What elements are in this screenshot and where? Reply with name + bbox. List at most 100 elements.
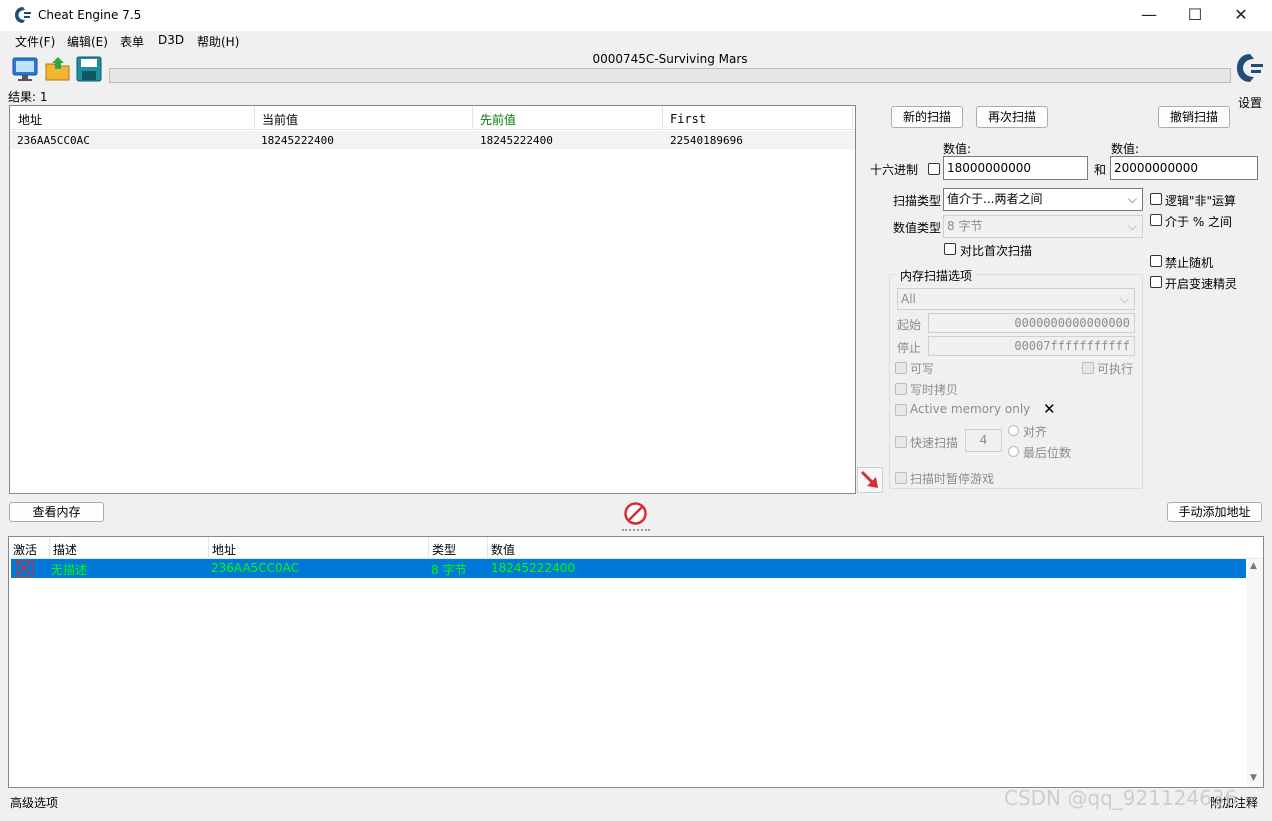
align-radio[interactable] (1008, 425, 1019, 436)
executable-label: 可执行 (1097, 362, 1134, 376)
copy-on-write-label: 写时拷贝 (910, 383, 959, 397)
chevron-down-icon: ⌵ (1127, 219, 1137, 233)
executable-checkbox[interactable] (1082, 362, 1094, 374)
copy-on-write-checkbox[interactable] (895, 383, 907, 395)
window-title: Cheat Engine 7.5 (38, 8, 142, 22)
speedhack-checkbox[interactable] (1150, 276, 1162, 288)
col-value[interactable]: 数值 (491, 541, 515, 558)
last-digits-label: 最后位数 (1023, 446, 1072, 460)
disable-random-label: 禁止随机 (1165, 256, 1214, 270)
splitter-handle[interactable] (0, 528, 1272, 532)
value-type-select[interactable]: 8 字节 ⌵ (943, 215, 1143, 238)
close-button[interactable]: ✕ (1218, 0, 1264, 31)
last-digits-radio[interactable] (1008, 446, 1019, 457)
chevron-down-icon: ⌵ (1127, 192, 1137, 206)
table-row[interactable]: 无描述 236AA5CC0AC 8 字节 18245222400 (11, 559, 1246, 578)
hex-checkbox[interactable] (928, 163, 940, 175)
writable-label: 可写 (910, 362, 935, 376)
add-address-manually-button[interactable]: 手动添加地址 (1167, 502, 1262, 522)
stop-icon[interactable] (623, 501, 648, 526)
col-current-value[interactable]: 当前值 (262, 111, 298, 128)
active-memory-checkbox[interactable] (895, 404, 907, 416)
between-pct-checkbox[interactable] (1150, 214, 1162, 226)
save-file-icon[interactable] (75, 55, 103, 83)
start-label: 起始 (897, 318, 922, 332)
start-address-input[interactable]: 0000000000000000 (928, 313, 1135, 333)
compare-first-label: 对比首次扫描 (960, 244, 1033, 258)
hex-label: 十六进制 (870, 163, 919, 177)
result-previous-value: 18245222400 (480, 134, 553, 147)
scroll-down-icon[interactable]: ▼ (1250, 773, 1257, 783)
close-icon[interactable]: ✕ (1043, 400, 1056, 418)
active-checkbox[interactable] (16, 560, 33, 577)
logic-not-label: 逻辑"非"运算 (1165, 194, 1237, 208)
logic-not-checkbox[interactable] (1150, 193, 1162, 205)
scan-value-2-input[interactable]: 20000000000 (1110, 156, 1258, 180)
open-file-icon[interactable] (44, 55, 72, 83)
scan-progress-bar (109, 68, 1231, 83)
next-scan-button[interactable]: 再次扫描 (976, 106, 1048, 128)
stop-label: 停止 (897, 341, 922, 355)
new-scan-button[interactable]: 新的扫描 (891, 106, 963, 128)
entry-address: 236AA5CC0AC (211, 561, 300, 575)
and-label: 和 (1094, 163, 1107, 177)
cheat-engine-settings-icon[interactable] (1235, 52, 1265, 92)
value-type-label: 数值类型 (893, 221, 942, 235)
advanced-options-label[interactable]: 高级选项 (10, 794, 58, 811)
value-type-value: 8 字节 (947, 219, 983, 233)
title-bar: Cheat Engine 7.5 — ☐ ✕ (0, 0, 1272, 31)
result-first-value: 22540189696 (670, 134, 743, 147)
memory-region-select[interactable]: All ⌵ (897, 288, 1135, 310)
value-label-1: 数值: (943, 142, 972, 156)
address-list[interactable]: 激活 描述 地址 类型 数值 无描述 236AA5CC0AC 8 字节 1824… (8, 536, 1264, 788)
col-description[interactable]: 描述 (53, 541, 77, 558)
disable-random-checkbox[interactable] (1150, 255, 1162, 267)
minimize-button[interactable]: — (1126, 0, 1172, 31)
col-previous-value[interactable]: 先前值 (480, 111, 516, 128)
menu-table[interactable]: 表单 (120, 33, 144, 50)
chevron-down-icon: ⌵ (1119, 292, 1129, 306)
scan-value-1-input[interactable]: 18000000000 (943, 156, 1088, 180)
writable-checkbox[interactable] (895, 362, 907, 374)
col-type[interactable]: 类型 (432, 541, 456, 558)
address-list-scrollbar[interactable]: ▲ ▼ (1247, 559, 1263, 787)
active-memory-label: Active memory only (910, 402, 1031, 416)
menu-help[interactable]: 帮助(H) (197, 33, 239, 50)
value-label-2: 数值: (1111, 142, 1140, 156)
col-address[interactable]: 地址 (18, 111, 42, 128)
col-first[interactable]: First (670, 112, 706, 126)
view-memory-button[interactable]: 查看内存 (9, 502, 104, 522)
menu-d3d[interactable]: D3D (158, 33, 184, 47)
settings-label[interactable]: 设置 (1238, 94, 1262, 111)
entry-description: 无描述 (51, 563, 88, 577)
result-address: 236AA5CC0AC (17, 134, 90, 147)
watermark: CSDN @qq_921124636 (1004, 786, 1238, 810)
scroll-up-icon[interactable]: ▲ (1250, 561, 1257, 571)
fast-scan-input[interactable]: 4 (965, 429, 1002, 452)
col-active[interactable]: 激活 (13, 541, 37, 558)
col-address[interactable]: 地址 (212, 541, 236, 558)
select-process-icon[interactable] (11, 55, 39, 83)
scan-type-select[interactable]: 值介于...两者之间 ⌵ (943, 188, 1143, 211)
entry-type: 8 字节 (431, 563, 467, 577)
red-arrow-icon (860, 470, 878, 488)
pause-game-checkbox[interactable] (895, 472, 907, 484)
compare-first-checkbox[interactable] (944, 243, 956, 255)
scan-type-value: 值介于...两者之间 (947, 192, 1043, 206)
add-to-list-button[interactable] (857, 467, 883, 493)
results-header: 地址 当前值 先前值 First (10, 106, 855, 130)
between-pct-label: 介于 % 之间 (1165, 215, 1233, 229)
menu-file[interactable]: 文件(F) (15, 33, 55, 50)
speedhack-label: 开启变速精灵 (1165, 277, 1238, 291)
stop-address-input[interactable]: 00007fffffffffff (928, 336, 1135, 356)
undo-scan-button[interactable]: 撤销扫描 (1158, 106, 1230, 128)
fast-scan-checkbox[interactable] (895, 436, 907, 448)
table-row[interactable]: 236AA5CC0AC 18245222400 18245222400 2254… (10, 131, 855, 149)
menu-edit[interactable]: 编辑(E) (67, 33, 108, 50)
cheat-engine-logo-icon (15, 7, 31, 23)
results-list[interactable]: 地址 当前值 先前值 First 236AA5CC0AC 18245222400… (9, 105, 856, 494)
maximize-button[interactable]: ☐ (1172, 0, 1218, 31)
memory-region-value: All (901, 292, 916, 306)
result-current-value: 18245222400 (261, 134, 334, 147)
fast-scan-label: 快速扫描 (910, 436, 959, 450)
